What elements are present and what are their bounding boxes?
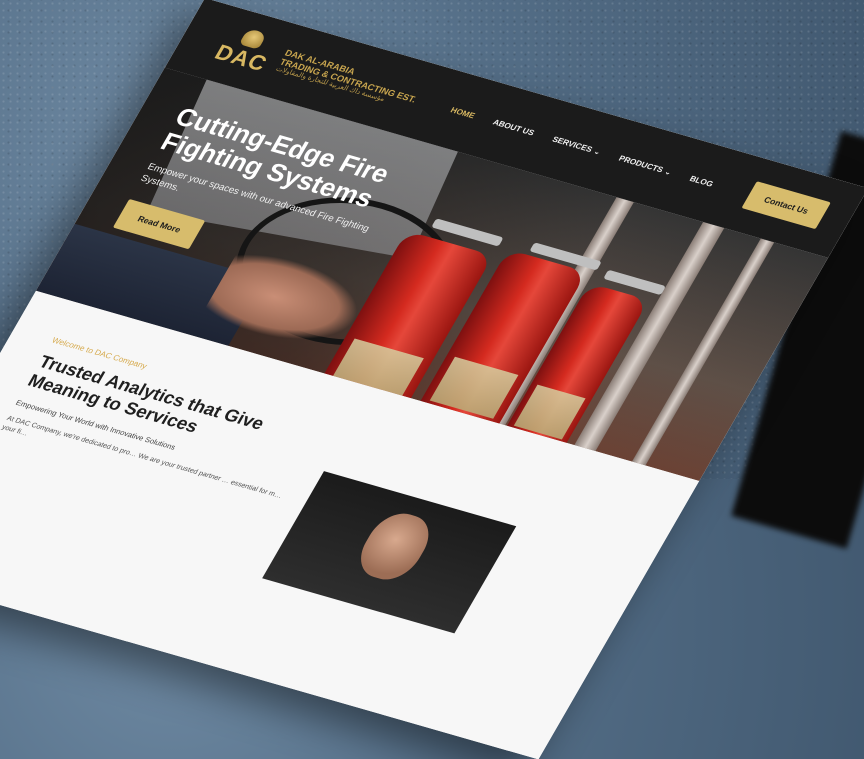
- person-face-image: [349, 507, 440, 586]
- nav-blog[interactable]: BLOG: [688, 174, 715, 188]
- logo-text: DAK AL-ARABIA TRADING & CONTRACTING EST.…: [274, 48, 424, 112]
- nav-about-us[interactable]: ABOUT US: [491, 117, 536, 137]
- logo-mark: DAC: [210, 24, 283, 78]
- nav-products-label: PRODUCTS: [617, 153, 666, 174]
- chevron-down-icon: ⌄: [663, 168, 673, 177]
- nav-services[interactable]: SERVICES⌄: [551, 134, 603, 156]
- nav-products[interactable]: PRODUCTS⌄: [617, 153, 673, 176]
- nav-home[interactable]: HOME: [449, 105, 477, 120]
- chevron-down-icon: ⌄: [592, 148, 602, 156]
- nav-services-label: SERVICES: [550, 134, 595, 154]
- logo-letters: DAC: [210, 39, 273, 76]
- contact-us-button[interactable]: Contact Us: [741, 181, 831, 230]
- team-photo: [262, 471, 517, 634]
